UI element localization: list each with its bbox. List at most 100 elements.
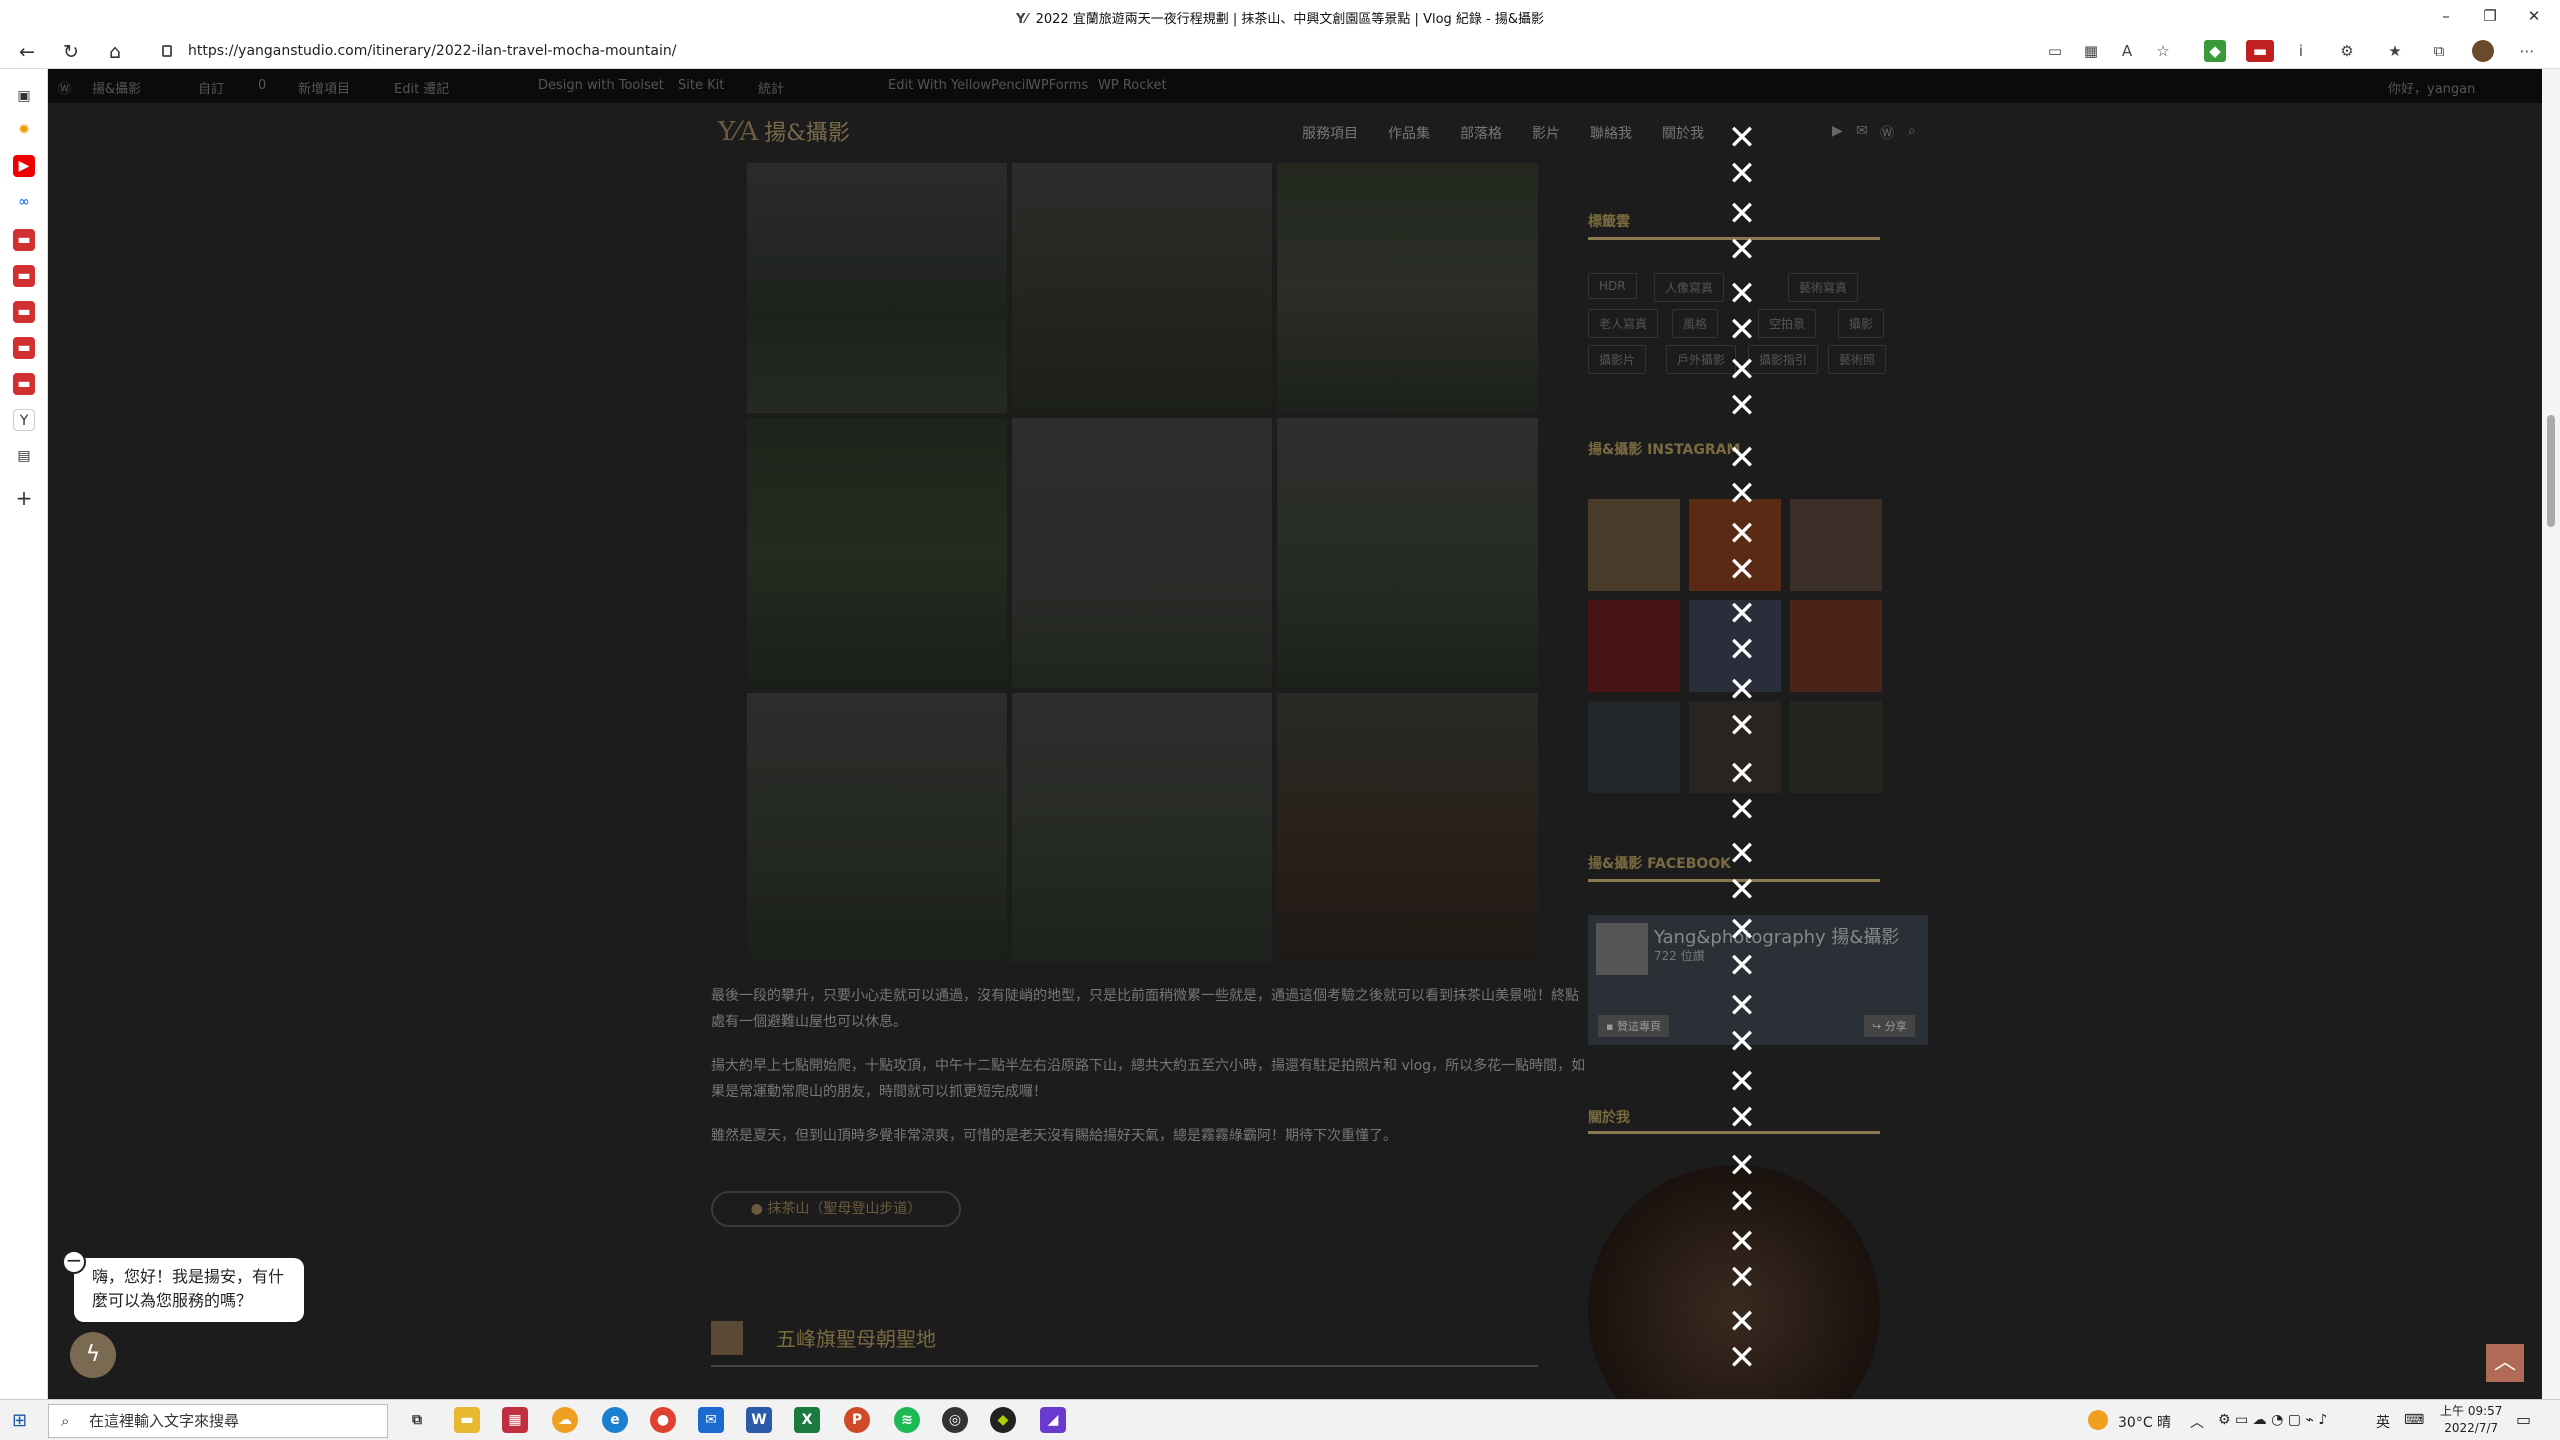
lightbox-close-icon[interactable]: ✕ bbox=[1722, 948, 1762, 984]
extension-green-icon[interactable]: ◆ bbox=[2204, 40, 2226, 62]
tray-overflow-icon[interactable]: ︿ bbox=[2190, 1412, 2204, 1432]
email-icon[interactable]: ✉ bbox=[1856, 123, 1868, 139]
address-bar[interactable]: https://yanganstudio.com/itinerary/2022-… bbox=[148, 36, 2088, 66]
minimize-button[interactable]: – bbox=[2426, 4, 2466, 28]
app-icon-purple[interactable]: ◢ bbox=[1040, 1407, 1066, 1433]
messenger-icon[interactable]: ϟ bbox=[70, 1332, 116, 1378]
lightbox-close-icon[interactable]: ✕ bbox=[1722, 1100, 1762, 1136]
lightbox-close-icon[interactable]: ✕ bbox=[1722, 388, 1762, 424]
lightbox-close-icon[interactable]: ✕ bbox=[1722, 196, 1762, 232]
gallery-photo[interactable] bbox=[747, 693, 1007, 963]
weather-text[interactable]: 30°C 晴 bbox=[2118, 1412, 2171, 1432]
read-mode-icon[interactable]: ▭ bbox=[2044, 40, 2066, 62]
gallery-photo[interactable] bbox=[1277, 163, 1538, 413]
lightbox-close-icon[interactable]: ✕ bbox=[1722, 1304, 1762, 1340]
wpbar-item-customize[interactable]: 自訂 bbox=[198, 78, 224, 97]
lightbox-close-icon[interactable]: ✕ bbox=[1722, 1024, 1762, 1060]
lightbox-close-icon[interactable]: ✕ bbox=[1722, 708, 1762, 744]
app-icon-dark[interactable]: ◎ bbox=[942, 1407, 968, 1433]
back-to-top-button[interactable]: ︿ bbox=[2486, 1344, 2524, 1382]
favorites-icon[interactable]: ★ bbox=[2384, 40, 2406, 62]
calendar-icon[interactable]: ▤ bbox=[13, 445, 35, 467]
add-icon[interactable]: + bbox=[13, 487, 35, 509]
lightbox-close-icon[interactable]: ✕ bbox=[1722, 1340, 1762, 1376]
wpbar-greeting[interactable]: 你好，yangan bbox=[2388, 78, 2475, 97]
wpbar-item-edit[interactable]: Edit 遷記 bbox=[394, 78, 449, 97]
tabs-icon[interactable]: ▣ bbox=[13, 85, 35, 107]
wpbar-item-toolset[interactable]: Design with Toolset bbox=[538, 78, 664, 93]
office-icon-4[interactable]: ▬ bbox=[13, 337, 35, 359]
app-icon-lime[interactable]: ◆ bbox=[990, 1407, 1016, 1433]
instagram-photo[interactable] bbox=[1588, 701, 1680, 793]
search-icon[interactable]: ⌕ bbox=[1908, 123, 1916, 139]
facebook-like-button[interactable]: ▪ 贊這專頁 bbox=[1598, 1015, 1669, 1037]
tag-pill[interactable]: HDR bbox=[1588, 273, 1637, 299]
restore-button[interactable]: ❐ bbox=[2470, 4, 2510, 28]
wpbar-item-new[interactable]: 新增項目 bbox=[298, 78, 350, 97]
wpbar-item-site[interactable]: 揚&攝影 bbox=[92, 78, 141, 97]
keyboard-icon[interactable]: ⌨ bbox=[2404, 1412, 2424, 1428]
office-icon-2[interactable]: ▬ bbox=[13, 265, 35, 287]
close-window-button[interactable]: ✕ bbox=[2514, 4, 2554, 28]
extension-red-icon[interactable]: ▬ bbox=[2246, 40, 2274, 62]
instagram-photo[interactable] bbox=[1588, 600, 1680, 692]
gallery-photo[interactable] bbox=[1277, 418, 1538, 688]
file-explorer-icon[interactable]: ▬ bbox=[454, 1407, 480, 1433]
lightbox-close-icon[interactable]: ✕ bbox=[1722, 596, 1762, 632]
scrollbar-thumb[interactable] bbox=[2547, 415, 2555, 527]
qr-icon[interactable]: ▦ bbox=[2080, 40, 2102, 62]
app-icon-red[interactable]: ▦ bbox=[502, 1407, 528, 1433]
menu-item-videos[interactable]: 影片 bbox=[1532, 123, 1560, 143]
lightbox-close-icon[interactable]: ✕ bbox=[1722, 232, 1762, 268]
weather-sun-icon[interactable] bbox=[2088, 1410, 2108, 1430]
edge-icon[interactable]: e bbox=[602, 1407, 628, 1433]
facebook-share-button[interactable]: ↪ 分享 bbox=[1864, 1015, 1915, 1037]
gallery-photo[interactable] bbox=[1012, 163, 1272, 413]
lightbox-close-icon[interactable]: ✕ bbox=[1722, 476, 1762, 512]
lightbox-close-icon[interactable]: ✕ bbox=[1722, 988, 1762, 1024]
gallery-photo[interactable] bbox=[1012, 693, 1272, 963]
collections-icon[interactable]: ⧉ bbox=[2428, 40, 2450, 62]
gallery-photo[interactable] bbox=[1277, 693, 1538, 963]
refresh-icon[interactable]: ↻ bbox=[58, 39, 84, 65]
lightbox-close-icon[interactable]: ✕ bbox=[1722, 552, 1762, 588]
powerpoint-icon[interactable]: P bbox=[844, 1407, 870, 1433]
menu-item-about[interactable]: 關於我 bbox=[1662, 123, 1704, 143]
wpbar-item-wprocket[interactable]: WP Rocket bbox=[1098, 78, 1167, 93]
tag-pill[interactable]: 老人寫真 bbox=[1588, 309, 1659, 338]
start-button[interactable]: ⊞ bbox=[12, 1410, 34, 1432]
meta-icon[interactable]: ∞ bbox=[13, 191, 35, 213]
lightbox-close-icon[interactable]: ✕ bbox=[1722, 1224, 1762, 1260]
menu-item-contact[interactable]: 聯絡我 bbox=[1590, 123, 1632, 143]
gallery-photo[interactable] bbox=[747, 418, 1007, 688]
lightbox-close-icon[interactable]: ✕ bbox=[1722, 276, 1762, 312]
site-logo[interactable]: Y⁄A 揚&攝影 bbox=[718, 115, 850, 147]
wordpress-icon[interactable]: Ⓦ bbox=[1880, 123, 1894, 143]
chat-close-button[interactable]: − bbox=[62, 1250, 86, 1274]
office-icon-3[interactable]: ▬ bbox=[13, 301, 35, 323]
mail-icon[interactable]: ✉ bbox=[698, 1407, 724, 1433]
chat-bubble[interactable]: 嗨，您好！我是揚安，有什麼可以為您服務的嗎？ bbox=[74, 1258, 304, 1322]
tag-pill[interactable]: 藝術寫真 bbox=[1788, 273, 1859, 302]
menu-item-blog[interactable]: 部落格 bbox=[1460, 123, 1502, 143]
extensions-icon[interactable]: ⚙ bbox=[2336, 40, 2358, 62]
lightbox-close-icon[interactable]: ✕ bbox=[1722, 516, 1762, 552]
gallery-photo[interactable] bbox=[1012, 418, 1272, 688]
word-icon[interactable]: W bbox=[746, 1407, 772, 1433]
tag-pill[interactable]: 藝術照 bbox=[1828, 345, 1887, 374]
lightbox-close-icon[interactable]: ✕ bbox=[1722, 836, 1762, 872]
back-icon[interactable]: ← bbox=[14, 39, 40, 65]
instagram-photo[interactable] bbox=[1790, 499, 1882, 591]
lightbox-close-icon[interactable]: ✕ bbox=[1722, 792, 1762, 828]
wpbar-item-comments[interactable]: 0 bbox=[258, 78, 266, 93]
favorite-star-icon[interactable]: ☆ bbox=[2152, 40, 2174, 62]
site-app-icon[interactable]: Y bbox=[13, 409, 35, 431]
wpbar-item-wpforms[interactable]: WPForms bbox=[1028, 78, 1088, 93]
excel-icon[interactable]: X bbox=[794, 1407, 820, 1433]
profile-avatar[interactable] bbox=[2472, 40, 2494, 62]
lightbox-close-icon[interactable]: ✕ bbox=[1722, 312, 1762, 348]
menu-item-services[interactable]: 服務項目 bbox=[1302, 123, 1358, 143]
wpbar-item-sitekit[interactable]: Site Kit bbox=[678, 78, 724, 93]
home-icon[interactable]: ⌂ bbox=[102, 39, 128, 65]
lightbox-close-icon[interactable]: ✕ bbox=[1722, 1260, 1762, 1296]
